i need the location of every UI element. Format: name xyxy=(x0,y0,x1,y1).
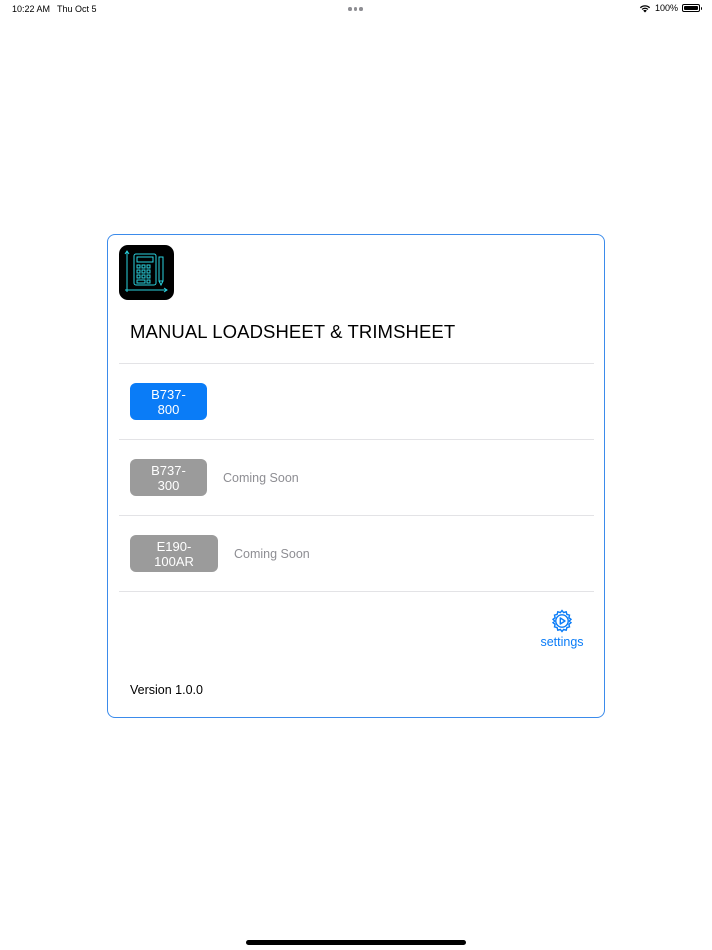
version-label: Version 1.0.0 xyxy=(130,683,203,697)
coming-soon-label: Coming Soon xyxy=(223,470,299,485)
aircraft-row-b737-300: B737-300 Coming Soon xyxy=(130,459,299,496)
coming-soon-label: Coming Soon xyxy=(234,546,310,561)
b737-800-button[interactable]: B737-800 xyxy=(130,383,207,420)
divider xyxy=(119,363,594,364)
aircraft-row-e190-100ar: E190-100AR Coming Soon xyxy=(130,535,310,572)
divider xyxy=(119,591,594,592)
settings-button[interactable]: settings xyxy=(540,609,584,649)
settings-label: settings xyxy=(540,635,584,649)
aircraft-row-b737-800: B737-800 xyxy=(130,383,207,420)
b737-300-button[interactable]: B737-300 xyxy=(130,459,207,496)
status-indicators: 100% xyxy=(639,3,702,13)
home-indicator[interactable] xyxy=(246,940,466,945)
status-date: Thu Oct 5 xyxy=(57,4,97,14)
battery-percent: 100% xyxy=(654,3,678,13)
main-card: MANUAL LOADSHEET & TRIMSHEET B737-800 B7… xyxy=(107,234,605,718)
battery-icon xyxy=(682,4,702,12)
status-time: 10:22 AM xyxy=(12,4,51,14)
calculator-chart-icon xyxy=(119,245,174,300)
divider xyxy=(119,515,594,516)
app-title: MANUAL LOADSHEET & TRIMSHEET xyxy=(130,321,456,342)
multitasking-dots-icon[interactable] xyxy=(348,7,363,11)
wifi-icon xyxy=(639,4,651,12)
status-bar: 10:22 AM Thu Oct 5 100% xyxy=(0,0,712,18)
e190-100ar-button[interactable]: E190-100AR xyxy=(130,535,218,572)
divider xyxy=(119,439,594,440)
gear-icon xyxy=(551,609,573,633)
